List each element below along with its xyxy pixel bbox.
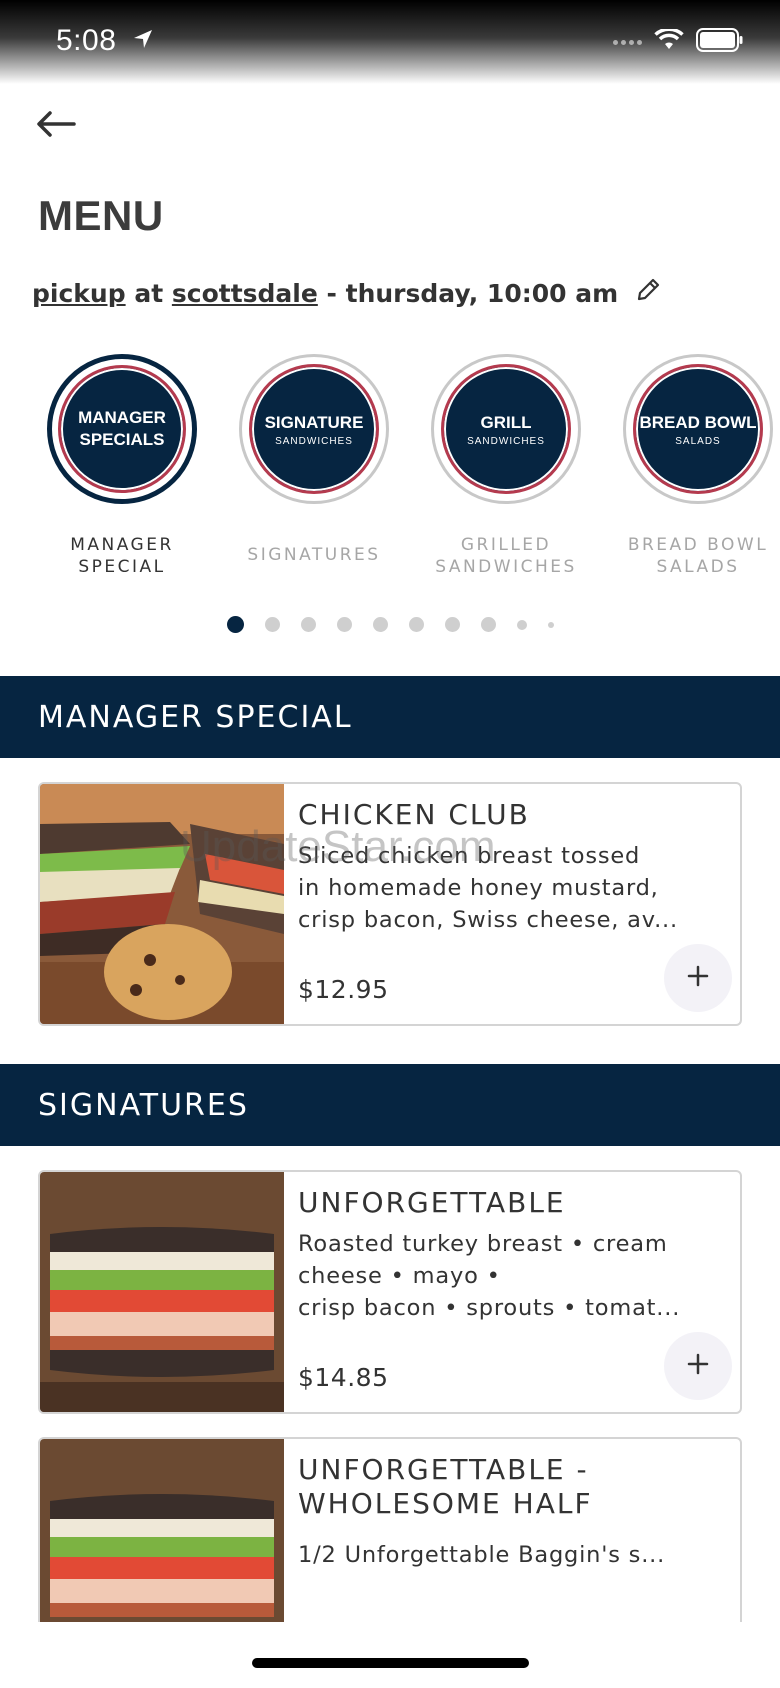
menu-item-info: CHICKEN CLUB Sliced chicken breast tosse… <box>298 798 730 936</box>
add-to-cart-button[interactable] <box>664 944 732 1012</box>
order-location-link[interactable]: scottsdale <box>172 279 318 308</box>
pagination-dot[interactable] <box>547 621 554 628</box>
menu-item-price: $14.85 <box>298 1363 389 1392</box>
description-line: in homemade honey mustard, <box>298 875 659 901</box>
pagination-dot[interactable] <box>516 619 527 630</box>
bottom-safe-area <box>0 1622 780 1688</box>
order-summary: pickup at scottsdale - thursday, 10:00 a… <box>32 276 662 310</box>
status-time: 5:08 <box>56 24 117 57</box>
menu-item-description: 1/2 Unforgettable Baggin's s... <box>298 1539 730 1571</box>
food-photo <box>40 1172 284 1412</box>
menu-item-name: UNFORGETTABLE <box>298 1186 566 1219</box>
category-ring: MANAGER SPECIALS <box>47 354 197 504</box>
menu-item-info: UNFORGETTABLE Roasted turkey breast • cr… <box>298 1186 730 1324</box>
menu-item-description: Roasted turkey breast • cream cheese • m… <box>298 1228 730 1324</box>
menu-item-info: UNFORGETTABLE - WHOLESOME HALF 1/2 Unfor… <box>298 1453 730 1571</box>
pagination-dot[interactable] <box>372 617 388 632</box>
category-badge-subtitle: SANDWICHES <box>275 435 353 447</box>
category-label: MANAGER SPECIAL <box>70 535 174 577</box>
category-bread-bowl-salads[interactable]: BREAD BOWL SALADS BREAD BOWL SALADS <box>620 354 776 578</box>
food-photo <box>40 784 284 1024</box>
menu-item-name: UNFORGETTABLE - WHOLESOME HALF <box>298 1453 593 1520</box>
status-bar: 5:08 <box>0 0 780 84</box>
description-line: Sliced chicken breast tossed <box>298 843 641 869</box>
section-header-manager-special: MANAGER SPECIAL <box>0 676 780 758</box>
plus-icon <box>687 1353 709 1379</box>
pagination-dot[interactable] <box>480 617 496 632</box>
cellular-signal-icon <box>613 39 642 45</box>
battery-icon <box>696 28 744 56</box>
description-line: crisp bacon, Swiss cheese, av... <box>298 907 678 933</box>
category-ring: GRILL SANDWICHES <box>431 354 581 504</box>
order-mode-link[interactable]: pickup <box>32 279 126 308</box>
pagination-dot[interactable] <box>336 617 352 632</box>
category-badge: BREAD BOWL SALADS <box>633 364 763 494</box>
category-badge-title: SIGNATURE <box>264 412 364 432</box>
pagination-dot[interactable] <box>444 617 460 632</box>
section-header-signatures: SIGNATURES <box>0 1064 780 1146</box>
description-line: 1/2 Unforgettable Baggin's s... <box>298 1542 666 1568</box>
menu-item-card[interactable]: UNFORGETTABLE Roasted turkey breast • cr… <box>38 1170 742 1414</box>
description-line: crisp bacon • sprouts • tomat... <box>298 1295 681 1321</box>
category-badge: GRILL SANDWICHES <box>441 364 571 494</box>
status-indicators <box>613 27 744 56</box>
category-label: SIGNATURES <box>247 545 381 565</box>
pagination-dot[interactable] <box>226 616 244 633</box>
category-label: BREAD BOWL SALADS <box>627 535 769 577</box>
menu-item-price: $12.95 <box>298 975 389 1004</box>
pagination-dot[interactable] <box>264 617 280 632</box>
category-ring: SIGNATURE SANDWICHES <box>239 354 389 504</box>
category-manager-special[interactable]: MANAGER SPECIALS MANAGER SPECIAL <box>44 354 200 578</box>
menu-item-card[interactable]: CHICKEN CLUB Sliced chicken breast tosse… <box>38 782 742 1026</box>
category-label: GRILLED SANDWICHES <box>435 535 577 577</box>
wifi-icon <box>654 27 684 55</box>
location-arrow-icon <box>132 28 154 54</box>
order-at-text: at <box>134 278 164 308</box>
pagination-dot[interactable] <box>300 617 316 632</box>
order-time-text: - thursday, 10:00 am <box>326 278 619 308</box>
pencil-icon[interactable] <box>634 276 662 310</box>
home-indicator[interactable] <box>252 1658 529 1668</box>
category-badge-subtitle: SANDWICHES <box>467 435 545 447</box>
arrow-left-icon <box>34 111 82 146</box>
menu-item-description: Sliced chicken breast tossed in homemade… <box>298 840 730 936</box>
category-badge-title: MANAGER SPECIALS <box>78 408 166 449</box>
plus-icon <box>687 965 709 991</box>
add-to-cart-button[interactable] <box>664 1332 732 1400</box>
category-badge-subtitle: SALADS <box>675 435 721 447</box>
category-ring: BREAD BOWL SALADS <box>623 354 773 504</box>
menu-item-name: CHICKEN CLUB <box>298 798 530 831</box>
description-line: cheese • mayo • <box>298 1263 501 1289</box>
category-badge: MANAGER SPECIALS <box>58 365 186 493</box>
description-line: Roasted turkey breast • cream <box>298 1231 668 1257</box>
category-badge-title: BREAD BOWL <box>639 412 757 432</box>
category-badge-title: GRILL <box>480 412 532 432</box>
category-signatures[interactable]: SIGNATURE SANDWICHES SIGNATURES <box>236 354 392 566</box>
category-badge: SIGNATURE SANDWICHES <box>249 364 379 494</box>
carousel-pagination <box>0 616 780 633</box>
page-title: MENU <box>38 192 164 239</box>
pagination-dot[interactable] <box>408 617 424 632</box>
category-grilled-sandwiches[interactable]: GRILL SANDWICHES GRILLED SANDWICHES <box>428 354 584 578</box>
back-button[interactable] <box>34 106 82 142</box>
